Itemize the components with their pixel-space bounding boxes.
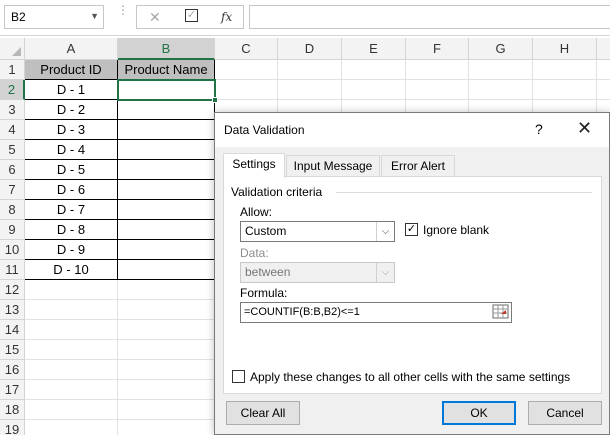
dialog-title: Data Validation bbox=[224, 123, 305, 137]
close-icon[interactable]: ✕ bbox=[577, 118, 592, 139]
tab-error-alert[interactable]: Error Alert bbox=[381, 155, 455, 177]
formula-input[interactable] bbox=[249, 5, 610, 29]
group-divider bbox=[336, 192, 592, 193]
cell-a3[interactable]: D - 2 bbox=[25, 100, 118, 120]
row-header[interactable]: 11 bbox=[0, 260, 25, 280]
row-header[interactable]: 9 bbox=[0, 220, 25, 240]
column-header-i[interactable] bbox=[597, 38, 610, 60]
drag-handle[interactable]: ⋮ bbox=[117, 4, 129, 16]
column-header-d[interactable]: D bbox=[278, 38, 342, 60]
row-header[interactable]: 17 bbox=[0, 380, 25, 400]
cell-b10[interactable] bbox=[118, 240, 215, 260]
column-header-a[interactable]: A bbox=[25, 38, 118, 60]
cell-b5[interactable] bbox=[118, 140, 215, 160]
data-validation-dialog: Data Validation ? ✕ Settings Input Messa… bbox=[214, 112, 610, 435]
column-header-e[interactable]: E bbox=[342, 38, 406, 60]
apply-to-all-label[interactable]: Apply these changes to all other cells w… bbox=[250, 370, 570, 384]
help-icon[interactable]: ? bbox=[535, 121, 543, 137]
clear-all-button[interactable]: Clear All bbox=[226, 401, 300, 425]
formula-label: Formula: bbox=[240, 286, 288, 300]
row-header[interactable]: 19 bbox=[0, 420, 25, 435]
cell-b3[interactable] bbox=[118, 100, 215, 120]
row-header[interactable]: 18 bbox=[0, 400, 25, 420]
cell-a8[interactable]: D - 7 bbox=[25, 200, 118, 220]
cell-a6[interactable]: D - 5 bbox=[25, 160, 118, 180]
row-header[interactable]: 2 bbox=[0, 80, 25, 100]
cell-b8[interactable] bbox=[118, 200, 215, 220]
formula-input[interactable]: =COUNTIF(B:B,B2)<=1 bbox=[240, 302, 512, 323]
enter-entry-icon[interactable]: ✓ bbox=[185, 9, 198, 22]
select-all-triangle-icon bbox=[12, 47, 21, 56]
cell-a5[interactable]: D - 4 bbox=[25, 140, 118, 160]
column-header-c[interactable]: C bbox=[215, 38, 278, 60]
validation-criteria-label: Validation criteria bbox=[231, 185, 327, 199]
row-header[interactable]: 5 bbox=[0, 140, 25, 160]
cancel-button[interactable]: Cancel bbox=[528, 401, 602, 425]
row-header[interactable]: 6 bbox=[0, 160, 25, 180]
range-selector-icon[interactable] bbox=[491, 304, 510, 321]
row-header[interactable]: 12 bbox=[0, 280, 25, 300]
fill-handle[interactable] bbox=[212, 97, 218, 103]
row-header[interactable]: 8 bbox=[0, 200, 25, 220]
row-header[interactable]: 4 bbox=[0, 120, 25, 140]
row-header[interactable]: 16 bbox=[0, 360, 25, 380]
apply-to-all-checkbox[interactable] bbox=[232, 370, 245, 383]
row-header[interactable]: 13 bbox=[0, 300, 25, 320]
column-header-h[interactable]: H bbox=[533, 38, 597, 60]
name-box-value: B2 bbox=[11, 10, 26, 24]
cell-b9[interactable] bbox=[118, 220, 215, 240]
select-all-button[interactable] bbox=[0, 38, 25, 60]
row-header[interactable]: 7 bbox=[0, 180, 25, 200]
chevron-down-icon[interactable]: ▼ bbox=[90, 11, 99, 21]
cell-a10[interactable]: D - 9 bbox=[25, 240, 118, 260]
tab-input-message[interactable]: Input Message bbox=[286, 155, 380, 177]
dialog-title-bar[interactable]: Data Validation ? ✕ bbox=[215, 113, 609, 147]
row-header[interactable]: 10 bbox=[0, 240, 25, 260]
column-header-f[interactable]: F bbox=[406, 38, 469, 60]
cell-a9[interactable]: D - 8 bbox=[25, 220, 118, 240]
allow-select-value: Custom bbox=[245, 224, 287, 238]
chevron-down-icon: ⌵ bbox=[376, 263, 394, 282]
column-header-g[interactable]: G bbox=[469, 38, 533, 60]
formula-input-value: =COUNTIF(B:B,B2)<=1 bbox=[244, 306, 360, 318]
ignore-blank-label[interactable]: Ignore blank bbox=[423, 223, 489, 237]
data-select: between ⌵ bbox=[240, 262, 395, 283]
row-header[interactable]: 3 bbox=[0, 100, 25, 120]
row-header[interactable]: 15 bbox=[0, 340, 25, 360]
settings-panel: Validation criteria Allow: Custom ⌵ ✓ Ig… bbox=[223, 176, 602, 394]
cell-b1[interactable]: Product Name bbox=[118, 60, 215, 80]
cell-b4[interactable] bbox=[118, 120, 215, 140]
cell-b11[interactable] bbox=[118, 260, 215, 280]
chevron-down-icon[interactable]: ⌵ bbox=[376, 222, 394, 241]
formula-bar: B2 ▼ ⋮ ✕ ✓ fx bbox=[0, 0, 610, 36]
column-header-b[interactable]: B bbox=[118, 38, 215, 60]
cancel-entry-icon[interactable]: ✕ bbox=[149, 9, 161, 26]
data-select-value: between bbox=[245, 265, 291, 279]
data-label: Data: bbox=[240, 246, 269, 260]
allow-select[interactable]: Custom ⌵ bbox=[240, 221, 395, 242]
allow-label: Allow: bbox=[240, 205, 273, 219]
formula-bar-buttons: ✕ ✓ fx bbox=[136, 5, 244, 29]
name-box[interactable]: B2 ▼ bbox=[4, 5, 104, 29]
active-cell-b2[interactable] bbox=[117, 79, 216, 101]
ok-button[interactable]: OK bbox=[442, 401, 516, 425]
cell-b7[interactable] bbox=[118, 180, 215, 200]
row-header[interactable]: 1 bbox=[0, 60, 25, 80]
cell-b6[interactable] bbox=[118, 160, 215, 180]
cell-a4[interactable]: D - 3 bbox=[25, 120, 118, 140]
row-header[interactable]: 14 bbox=[0, 320, 25, 340]
ignore-blank-checkbox[interactable]: ✓ bbox=[405, 223, 418, 236]
cell-a1[interactable]: Product ID bbox=[25, 60, 118, 80]
insert-function-icon[interactable]: fx bbox=[221, 10, 232, 24]
cell-a7[interactable]: D - 6 bbox=[25, 180, 118, 200]
tab-settings[interactable]: Settings bbox=[223, 153, 285, 178]
cell-a11[interactable]: D - 10 bbox=[25, 260, 118, 280]
cell-a2[interactable]: D - 1 bbox=[25, 80, 118, 100]
